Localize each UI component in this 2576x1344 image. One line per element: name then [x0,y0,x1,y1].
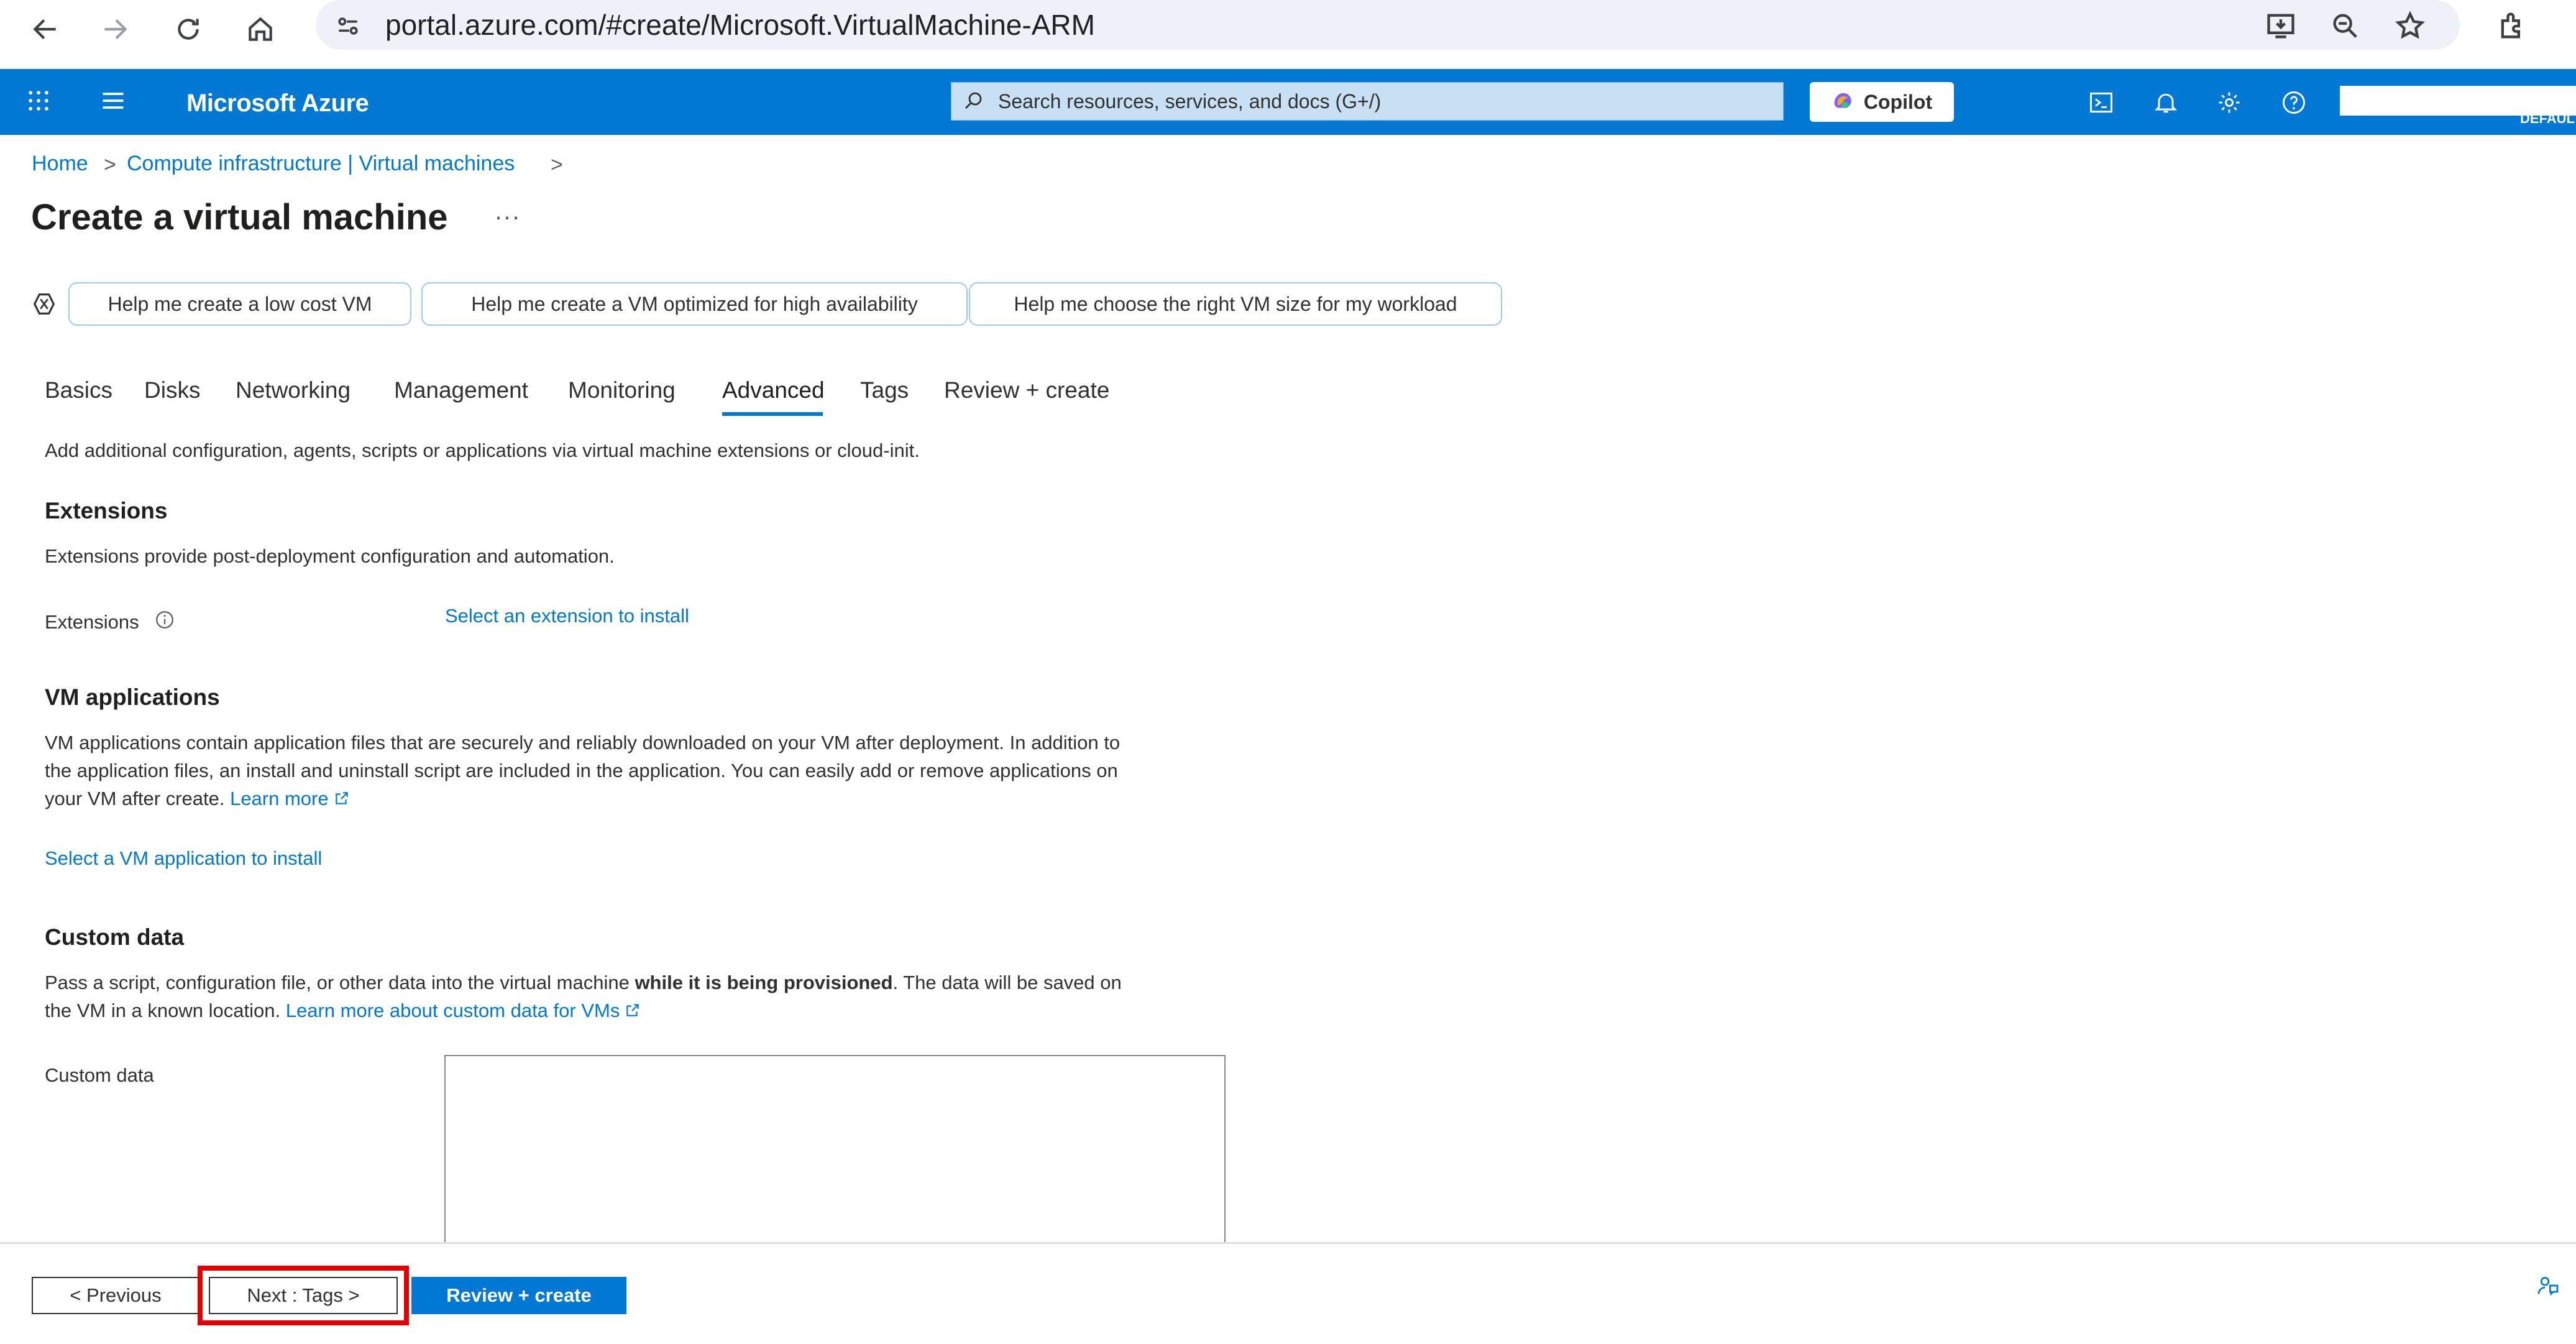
footer-divider [0,1242,2576,1244]
bookmark-star-icon[interactable] [2390,6,2430,46]
breadcrumb-separator: > [551,153,563,177]
chip-high-availability-vm[interactable]: Help me create a VM optimized for high a… [421,282,968,326]
settings-gear-icon[interactable] [2212,86,2246,119]
tab-tags[interactable]: Tags [860,372,909,409]
extensions-icon[interactable] [2492,6,2532,46]
back-icon[interactable] [24,7,67,51]
custom-data-learn-more-link[interactable]: Learn more about custom data for VMs [286,1000,641,1021]
breadcrumb-separator: > [104,153,116,177]
select-vm-application-link[interactable]: Select a VM application to install [45,844,322,872]
custom-data-textarea[interactable] [444,1055,1226,1248]
extensions-description: Extensions provide post-deployment confi… [45,545,615,567]
tab-networking[interactable]: Networking [236,372,351,409]
page-title: Create a virtual machine [31,197,448,237]
review-create-button[interactable]: Review + create [411,1277,626,1314]
external-link-icon [335,792,348,804]
notifications-bell-icon[interactable] [2149,86,2183,119]
home-icon[interactable] [239,7,282,51]
reload-icon[interactable] [167,7,210,51]
tab-review-create[interactable]: Review + create [944,372,1109,409]
account-directory: DEFAULT [2520,111,2576,126]
custom-data-line-2-text: the VM in a known location. [45,1000,281,1021]
help-icon[interactable] [2277,86,2311,119]
search-placeholder: Search resources, services, and docs (G+… [998,90,1382,113]
copilot-label: Copilot [1863,90,1933,113]
app-launcher-icon[interactable] [25,87,56,118]
vm-applications-line-1: VM applications contain application file… [45,732,1121,753]
next-button-highlight [198,1266,409,1325]
install-app-icon[interactable] [2261,6,2301,46]
tab-basics[interactable]: Basics [45,372,112,409]
hamburger-menu-icon[interactable] [99,87,131,118]
advanced-intro: Add additional configuration, agents, sc… [45,440,920,461]
custom-data-line-1-end: . The data will be saved on [892,972,1122,993]
external-link-icon [626,1004,639,1016]
custom-data-field-label: Custom data [45,1064,154,1086]
learn-more-label: Learn more [230,788,329,809]
url-text[interactable]: portal.azure.com/#create/Microsoft.Virtu… [385,6,1095,44]
breadcrumb-home[interactable]: Home [32,148,88,179]
tab-monitoring[interactable]: Monitoring [568,372,676,409]
copilot-prompt-icon [30,290,61,321]
breadcrumb-virtual-machines[interactable]: Compute infrastructure | Virtual machine… [127,148,515,179]
custom-data-line-1-bold: while it is being provisioned [635,972,893,993]
zoom-icon[interactable] [2326,6,2365,46]
tab-advanced[interactable]: Advanced [722,372,825,409]
vm-applications-heading: VM applications [45,684,220,710]
vm-applications-line-3-text: your VM after create. [45,788,225,809]
previous-button[interactable]: < Previous [32,1277,199,1314]
copilot-icon [1834,93,1851,108]
chip-vm-size[interactable]: Help me choose the right VM size for my … [969,282,1502,326]
custom-data-line-1-start: Pass a script, configuration file, or ot… [45,972,635,993]
more-options-icon[interactable]: ··· [494,198,520,235]
extensions-field-label: Extensions [45,611,139,633]
search-icon [962,90,987,114]
chip-low-cost-vm[interactable]: Help me create a low cost VM [68,282,411,326]
feedback-icon[interactable] [2536,1273,2563,1300]
site-info-icon[interactable] [329,7,367,45]
tab-management[interactable]: Management [394,372,528,409]
vm-applications-line-3: your VM after create. Learn more [45,785,350,812]
custom-data-heading: Custom data [45,924,185,950]
extensions-heading: Extensions [45,498,168,523]
copilot-button[interactable]: Copilot [1810,82,1954,122]
forward-icon[interactable] [93,7,137,51]
custom-data-line-2: the VM in a known location. Learn more a… [45,996,641,1024]
cloud-shell-icon[interactable] [2084,86,2118,119]
info-icon[interactable] [154,609,176,632]
brand-title[interactable]: Microsoft Azure [186,86,369,121]
tab-disks[interactable]: Disks [144,372,200,409]
vm-applications-line-2: the application files, an install and un… [45,760,1118,781]
active-tab-indicator [722,412,823,416]
select-extension-link[interactable]: Select an extension to install [445,602,689,630]
vm-applications-learn-more-link[interactable]: Learn more [230,788,350,809]
learn-more-custom-data-label: Learn more about custom data for VMs [285,1000,620,1021]
custom-data-line-1: Pass a script, configuration file, or ot… [45,969,1122,996]
